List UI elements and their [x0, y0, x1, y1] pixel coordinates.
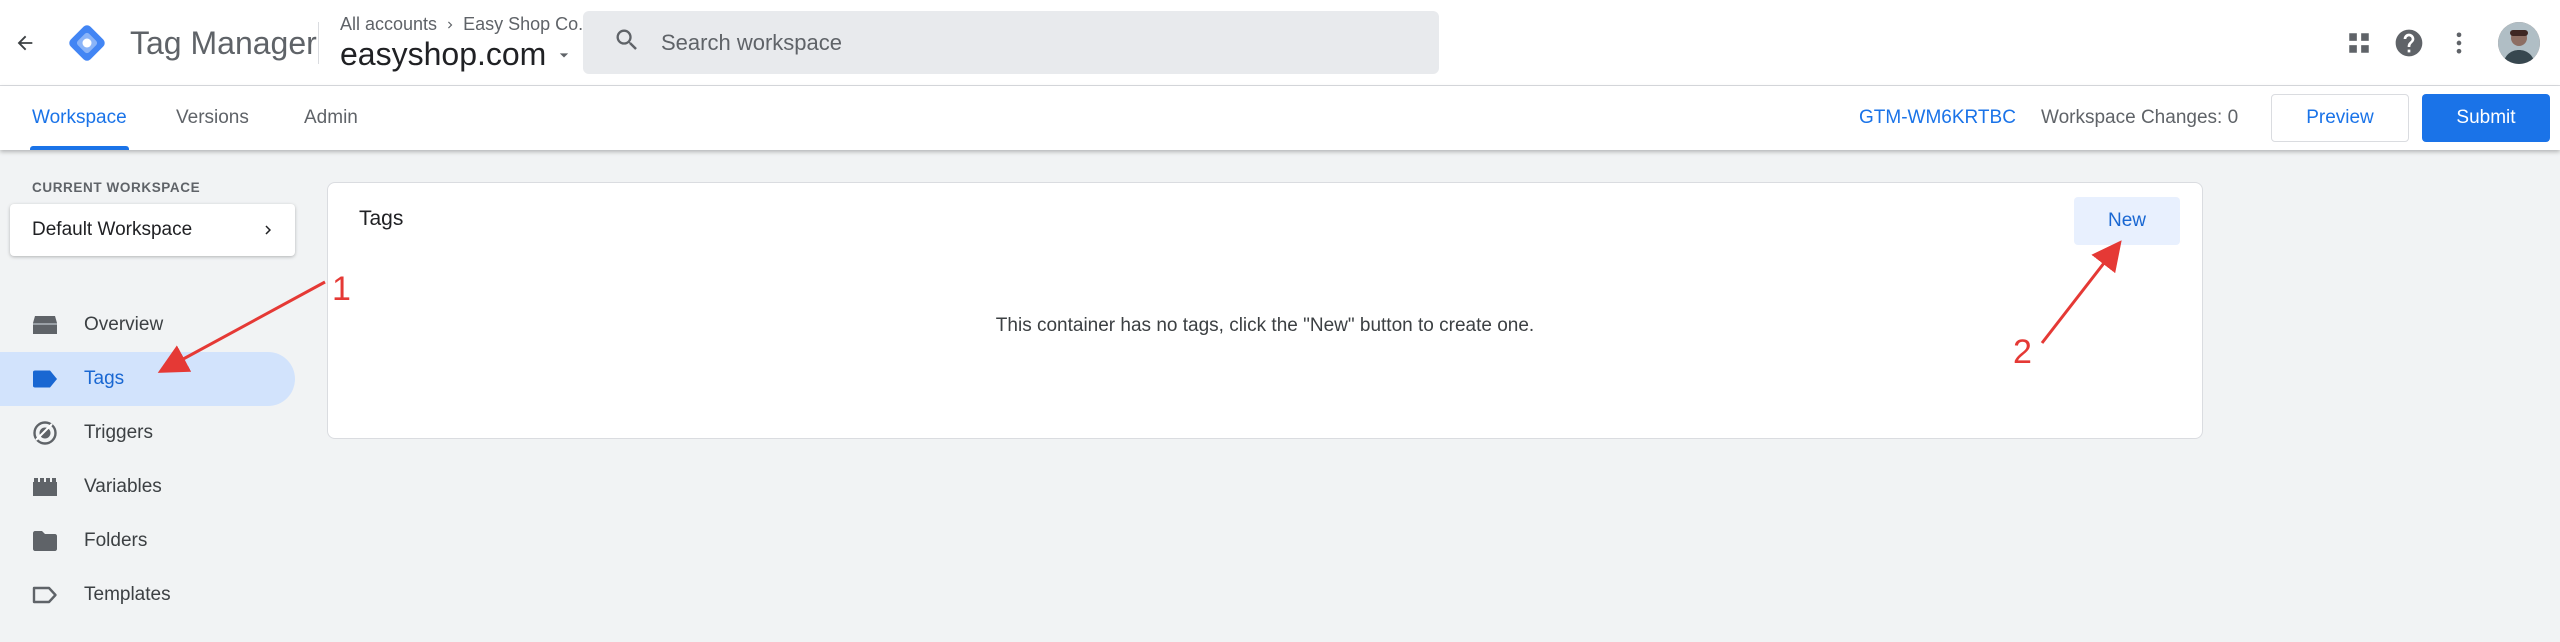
- avatar[interactable]: [2498, 22, 2540, 64]
- submit-button[interactable]: Submit: [2422, 94, 2550, 142]
- breadcrumb-account[interactable]: Easy Shop Co.: [463, 14, 583, 35]
- sidebar-item-label: Folders: [84, 530, 148, 551]
- product-name: Tag Manager: [130, 25, 317, 61]
- empty-state-message: This container has no tags, click the "N…: [995, 315, 1535, 336]
- overview-icon: [30, 310, 60, 340]
- tag-manager-logo-icon: [64, 20, 110, 66]
- container-selector[interactable]: easyshop.com: [340, 36, 574, 73]
- preview-button[interactable]: Preview: [2271, 94, 2409, 142]
- tab-admin[interactable]: Admin: [302, 86, 360, 150]
- sidebar-item-overview[interactable]: Overview: [0, 298, 295, 352]
- top-app-bar: Tag Manager All accounts Easy Shop Co. e…: [0, 0, 2560, 86]
- workspace-selector[interactable]: Default Workspace: [10, 204, 295, 256]
- workspace-changes-count: Workspace Changes: 0: [2041, 107, 2239, 128]
- back-arrow-icon[interactable]: [8, 26, 42, 60]
- sidebar-item-label: Triggers: [84, 422, 153, 443]
- search-bar[interactable]: [583, 11, 1439, 74]
- workspace-name: Default Workspace: [32, 219, 193, 240]
- sidebar-item-label: Variables: [84, 476, 162, 497]
- sidebar-item-variables[interactable]: Variables: [0, 460, 295, 514]
- help-icon[interactable]: [2384, 18, 2434, 68]
- workspace-tab-bar: Workspace Versions Admin GTM-WM6KRTBC Wo…: [0, 86, 2560, 150]
- sidebar-item-templates[interactable]: Templates: [0, 568, 295, 622]
- breadcrumb: All accounts Easy Shop Co.: [340, 14, 583, 35]
- search-icon: [613, 26, 641, 59]
- sidebar-nav: Overview Tags Triggers Variables Folders…: [0, 298, 295, 622]
- sidebar-item-triggers[interactable]: Triggers: [0, 406, 295, 460]
- variables-icon: [30, 472, 60, 502]
- header-divider: [318, 22, 319, 64]
- chevron-right-icon: [443, 18, 457, 32]
- apps-grid-icon[interactable]: [2334, 18, 2384, 68]
- card-title: Tags: [359, 207, 404, 230]
- tab-workspace[interactable]: Workspace: [30, 86, 129, 150]
- chevron-right-icon: [259, 221, 277, 239]
- breadcrumb-all-accounts[interactable]: All accounts: [340, 14, 437, 35]
- folder-icon: [30, 526, 60, 556]
- dropdown-arrow-icon: [554, 36, 574, 73]
- sidebar-item-label: Templates: [84, 584, 171, 605]
- new-tag-button[interactable]: New: [2074, 197, 2180, 245]
- sidebar-item-label: Tags: [84, 368, 125, 389]
- tab-versions[interactable]: Versions: [174, 86, 251, 150]
- container-name: easyshop.com: [340, 36, 547, 72]
- current-workspace-label: CURRENT WORKSPACE: [32, 180, 201, 195]
- annotation-label-1: 1: [332, 270, 351, 308]
- sidebar-item-tags[interactable]: Tags: [0, 352, 295, 406]
- trigger-icon: [30, 418, 60, 448]
- more-vert-icon[interactable]: [2434, 18, 2484, 68]
- annotation-label-2: 2: [2013, 333, 2032, 371]
- container-id-link[interactable]: GTM-WM6KRTBC: [1859, 86, 2016, 150]
- sidebar-item-folders[interactable]: Folders: [0, 514, 295, 568]
- tag-icon: [30, 364, 60, 394]
- template-icon: [30, 580, 60, 610]
- search-input[interactable]: [661, 29, 1421, 56]
- tags-card: Tags New This container has no tags, cli…: [327, 182, 2203, 439]
- sidebar-item-label: Overview: [84, 314, 164, 335]
- top-icons: [2334, 18, 2560, 68]
